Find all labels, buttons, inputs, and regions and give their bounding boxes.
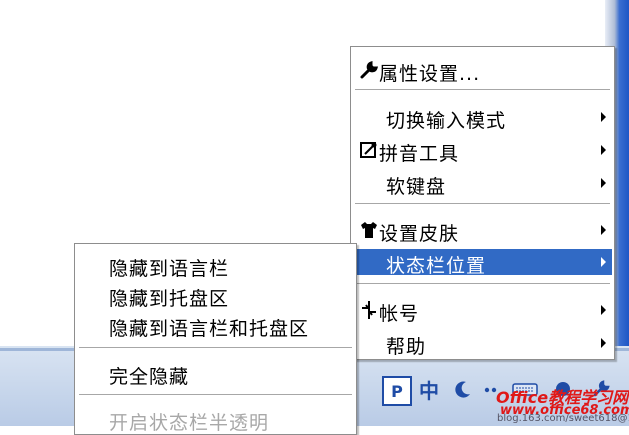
menu-separator bbox=[355, 283, 610, 285]
menu-item-label: 属性设置... bbox=[379, 63, 481, 85]
menu-item-label: 设置皮肤 bbox=[379, 223, 460, 245]
submenu-arrow-icon bbox=[601, 112, 606, 122]
submenu-arrow-icon bbox=[601, 338, 606, 348]
submenu-item-hide-to-language-bar[interactable]: 隐藏到语言栏 bbox=[77, 252, 354, 280]
chinese-mode-button[interactable]: 中 bbox=[416, 376, 442, 403]
submenu-item-label: 隐藏到托盘区 bbox=[109, 288, 230, 310]
submenu-status-bar-position: 隐藏到语言栏 隐藏到托盘区 隐藏到语言栏和托盘区 完全隐藏 开启状态栏半透明 bbox=[74, 243, 357, 435]
submenu-item-label: 开启状态栏半透明 bbox=[109, 412, 270, 434]
menu-item-label: 帐号 bbox=[379, 303, 420, 325]
submenu-item-hide-to-language-bar-and-tray[interactable]: 隐藏到语言栏和托盘区 bbox=[77, 312, 354, 340]
submenu-arrow-icon bbox=[601, 257, 606, 267]
wrench-icon bbox=[359, 60, 379, 80]
tools-icon bbox=[359, 140, 379, 160]
context-menu: 属性设置... 切换输入模式 拼音工具 软键盘 设置皮肤 状态栏位置 帐号 帮助 bbox=[350, 46, 615, 360]
submenu-separator bbox=[79, 394, 352, 396]
menu-item-label: 帮助 bbox=[386, 336, 427, 358]
menu-item-switch-input-mode[interactable]: 切换输入模式 bbox=[353, 104, 612, 132]
submenu-arrow-icon bbox=[601, 305, 606, 315]
submenu-separator bbox=[79, 347, 352, 349]
shirt-icon bbox=[359, 220, 379, 240]
menu-item-label: 切换输入模式 bbox=[386, 110, 507, 132]
blog-watermark: blog.163.com/sweet618@126 bbox=[497, 413, 629, 424]
submenu-item-translucent-status-bar: 开启状态栏半透明 bbox=[77, 406, 354, 434]
submenu-arrow-icon bbox=[601, 225, 606, 235]
menu-item-soft-keyboard[interactable]: 软键盘 bbox=[353, 170, 612, 198]
submenu-item-label: 隐藏到语言栏和托盘区 bbox=[109, 318, 310, 340]
menu-item-label: 软键盘 bbox=[386, 176, 447, 198]
menu-item-status-bar-position[interactable]: 状态栏位置 bbox=[353, 249, 612, 277]
menu-separator bbox=[355, 203, 610, 205]
menu-item-label: 状态栏位置 bbox=[386, 255, 487, 277]
submenu-arrow-icon bbox=[601, 178, 606, 188]
menu-item-properties[interactable]: 属性设置... bbox=[353, 57, 612, 85]
menu-item-skin-settings[interactable]: 设置皮肤 bbox=[353, 217, 612, 245]
menu-item-help[interactable]: 帮助 bbox=[353, 330, 612, 358]
submenu-item-label: 完全隐藏 bbox=[109, 366, 190, 388]
menu-separator bbox=[355, 89, 610, 91]
account-icon bbox=[359, 300, 379, 320]
submenu-item-label: 隐藏到语言栏 bbox=[109, 258, 230, 280]
menu-item-label: 拼音工具 bbox=[379, 143, 460, 165]
submenu-item-hide-to-tray[interactable]: 隐藏到托盘区 bbox=[77, 282, 354, 310]
menu-item-account[interactable]: 帐号 bbox=[353, 297, 612, 325]
submenu-arrow-icon bbox=[601, 145, 606, 155]
submenu-item-hide-completely[interactable]: 完全隐藏 bbox=[77, 360, 354, 388]
pinyin-logo-button[interactable]: P bbox=[382, 376, 412, 406]
half-width-moon-icon[interactable] bbox=[450, 376, 476, 402]
menu-item-pinyin-tools[interactable]: 拼音工具 bbox=[353, 137, 612, 165]
